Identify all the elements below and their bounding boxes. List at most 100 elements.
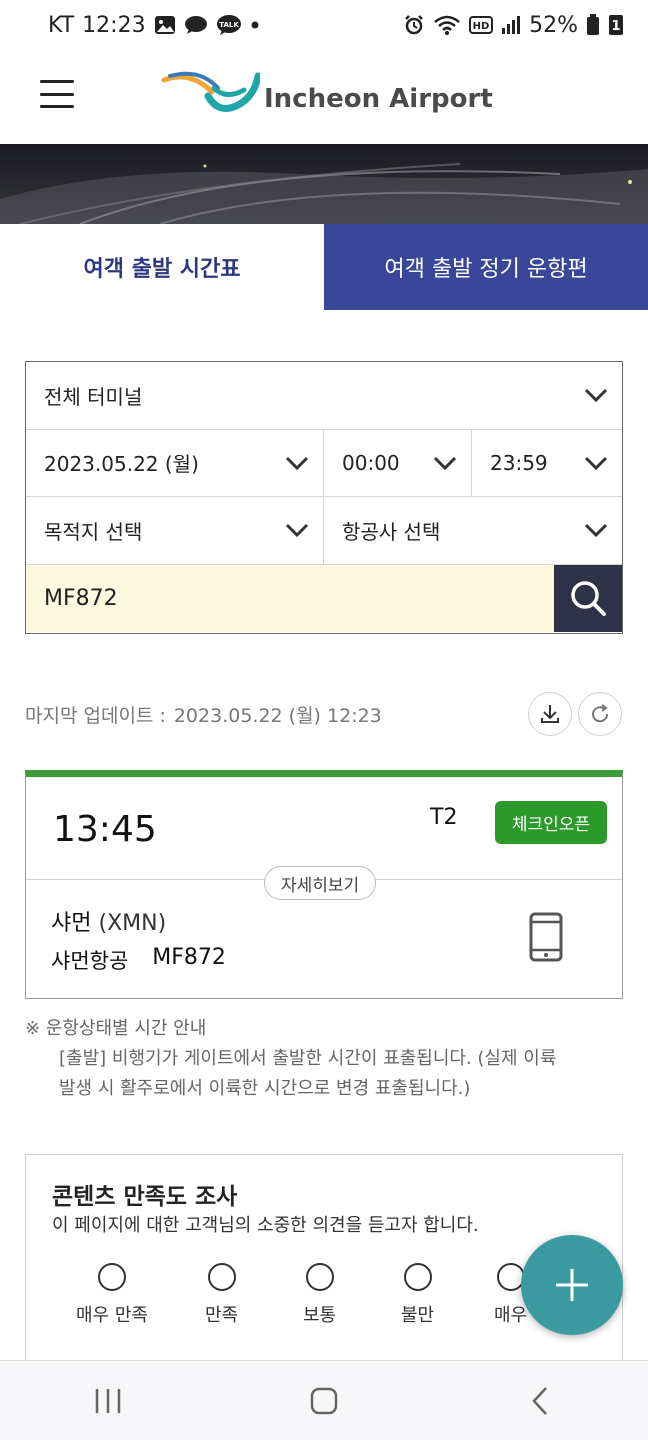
alarm-icon [403,14,425,36]
carrier-label: KT [48,12,75,38]
tab-bar: 여객 출발 시간표 여객 출발 정기 운항편 [0,224,648,310]
recent-apps-button[interactable] [68,1371,148,1431]
gallery-icon [154,15,176,35]
destination-label: 샤먼 (XMN) [51,905,166,937]
destination-city: 샤먼 [51,911,92,936]
radio-icon[interactable] [207,1263,236,1291]
search-button[interactable] [554,564,622,632]
notes-title: ※ 운항상태별 시간 안내 [25,1018,207,1039]
wifi-icon [433,14,461,36]
survey-option-label: 매우 만족 [76,1305,148,1326]
time-from-value: 00:00 [342,450,400,475]
kakaotalk-icon: TALK [216,14,242,36]
terminal-row: 전체 터미널 [26,362,622,430]
survey-title: 콘텐츠 만족도 조사 [52,1184,238,1210]
svg-text:HD: HD [473,21,490,32]
flight-number-input[interactable] [26,564,554,632]
tab-regular-departures[interactable]: 여객 출발 정기 운항편 [324,224,648,310]
hd-icon: HD [469,16,494,34]
survey-option-label: 불만 [401,1305,435,1326]
notes-line-1: [출발] 비행기가 게이트에서 출발한 시간이 표출됩니다. (실제 이륙 [59,1048,557,1069]
survey-description: 이 페이지에 대한 고객님의 소중한 의견을 듣고자 합니다. [52,1215,479,1236]
chevron-down-icon [433,456,457,470]
status-badge: 체크인오픈 [495,801,607,844]
last-update-line: 마지막 업데이트 : 2023.05.22 (월) 12:23 [25,692,623,736]
incheon-airport-logo[interactable]: Incheon Airport [160,70,493,120]
refresh-icon [592,704,609,723]
date-time-row: 2023.05.22 (월) 00:00 23:59 [26,429,622,497]
radio-icon[interactable] [305,1263,334,1291]
search-icon [571,581,606,617]
flight-search-row [26,564,622,632]
last-update-label: 마지막 업데이트 : [25,704,166,727]
recent-apps-icon [95,1388,121,1413]
time-to-value: 23:59 [490,450,548,475]
survey-option-neutral[interactable]: 보통 [303,1263,336,1327]
chevron-down-icon [584,389,608,403]
system-navigation-bar [0,1360,648,1440]
radio-icon[interactable] [403,1263,432,1291]
status-time-notes: ※ 운항상태별 시간 안내 [출발] 비행기가 게이트에서 출발한 시간이 표출… [25,1014,625,1104]
clock: 12:23 [82,12,146,38]
time-to-select[interactable]: 23:59 [472,430,622,497]
survey-option-label: 만족 [205,1305,239,1326]
chat-bubble-icon [184,15,208,35]
svg-text:1: 1 [611,19,620,34]
destination-select-value: 목적지 선택 [44,519,143,544]
airline-select-value: 항공사 선택 [342,519,441,544]
airline-flight-line: 샤먼항공 MF872 [51,945,226,975]
logo-text: Incheon Airport [264,84,493,114]
terminal-select[interactable]: 전체 터미널 [26,362,622,429]
view-details-button[interactable]: 자세히보기 [264,866,377,900]
logo-mark-icon [161,71,260,112]
chevron-down-icon [285,456,309,470]
survey-option-label: 보통 [303,1305,337,1326]
survey-option-very-satisfied[interactable]: 매우 만족 [76,1263,148,1327]
floating-plus-button[interactable] [521,1235,623,1335]
flight-card-header: 13:45 T2 체크인오픈 [26,777,622,880]
departure-time: 13:45 [53,809,157,850]
flight-search-form: 전체 터미널 2023.05.22 (월) 00:00 23:59 목적지 선택… [25,361,623,634]
refresh-button[interactable] [578,692,622,736]
home-button[interactable] [284,1371,364,1431]
battery-icon [586,14,600,36]
status-bar: KT 12:23 TALK HD 52% 1 [0,0,648,50]
menu-icon[interactable] [40,80,74,108]
tab-departure-timetable[interactable]: 여객 출발 시간표 [0,224,324,310]
survey-option-label: 매우 [494,1305,528,1326]
terminal-label: T2 [430,805,458,830]
time-from-select[interactable]: 00:00 [324,429,472,496]
hero-banner-image [0,144,648,224]
date-select[interactable]: 2023.05.22 (월) [26,429,324,496]
back-icon [532,1386,547,1415]
date-select-value: 2023.05.22 (월) [44,452,199,477]
home-icon [310,1387,338,1414]
mobile-phone-icon[interactable] [528,912,564,966]
chevron-down-icon [285,524,309,538]
destination-select[interactable]: 목적지 선택 [26,497,324,564]
destination-code: (XMN) [98,911,167,936]
survey-option-dissatisfied[interactable]: 불만 [401,1263,434,1327]
battery-percent: 52% [529,12,578,38]
plus-icon [556,1269,588,1301]
notes-line-2: 발생 시 활주로에서 이륙한 시간으로 변경 표출됩니다.) [59,1078,471,1099]
chevron-down-icon [584,524,608,538]
airline-select[interactable]: 항공사 선택 [324,497,622,564]
terminal-select-value: 전체 터미널 [44,384,143,409]
flight-number: MF872 [152,945,226,970]
destination-airline-row: 목적지 선택 항공사 선택 [26,497,622,565]
download-button[interactable] [528,692,572,736]
svg-text:TALK: TALK [219,21,239,29]
download-icon [541,705,559,723]
survey-option-satisfied[interactable]: 만족 [205,1263,238,1327]
flight-card[interactable]: 13:45 T2 체크인오픈 자세히보기 샤먼 (XMN) 샤먼항공 MF872 [25,770,623,999]
radio-icon[interactable] [97,1263,126,1291]
back-button[interactable] [500,1371,580,1431]
sim-badge-icon: 1 [608,14,624,36]
signal-icon [501,15,521,35]
airline-name: 샤먼항공 [51,949,129,973]
dot-icon [250,20,260,30]
last-update-value: 2023.05.22 (월) 12:23 [173,704,382,727]
site-header: Incheon Airport [0,44,648,144]
chevron-down-icon [584,456,608,470]
